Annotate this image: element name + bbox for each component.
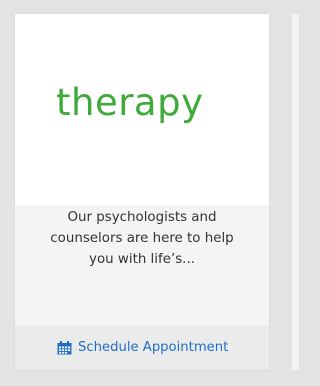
card-description: Our psychologists and counselors are her… <box>15 207 269 270</box>
description-line: Our psychologists and <box>67 210 217 225</box>
adjacent-card-edge <box>292 14 299 370</box>
card-footer: Schedule Appointment <box>15 326 269 370</box>
service-card: therapy Our psychologists and counselors… <box>15 14 269 370</box>
calendar-icon <box>57 340 72 354</box>
schedule-appointment-link[interactable]: Schedule Appointment <box>57 340 228 355</box>
therapy-logo: therapy <box>56 81 204 124</box>
description-line: counselors are here to help <box>50 231 234 246</box>
card-image: therapy <box>15 14 269 205</box>
description-line: you with life’s... <box>89 252 195 267</box>
schedule-appointment-label: Schedule Appointment <box>78 340 229 355</box>
